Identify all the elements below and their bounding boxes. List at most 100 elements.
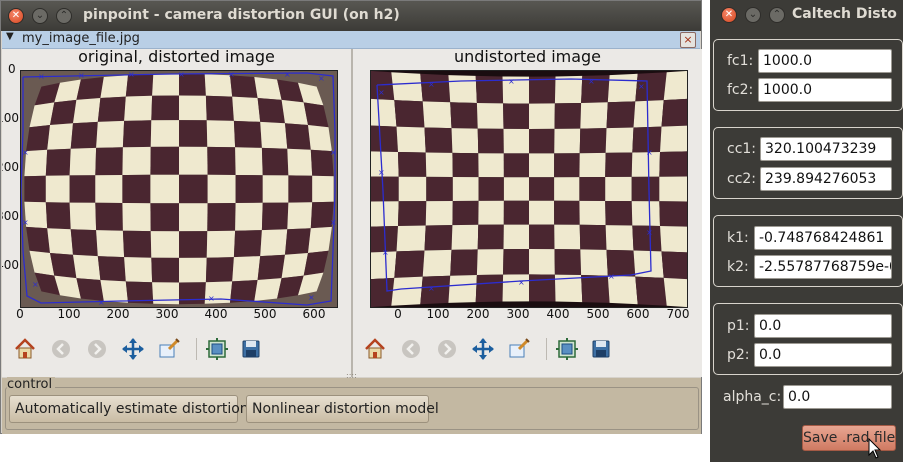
- x-tick: 200: [467, 307, 490, 321]
- svg-text:×: ×: [330, 218, 337, 227]
- y-tick: 300: [2, 209, 19, 223]
- svg-text:×: ×: [128, 71, 135, 79]
- svg-text:×: ×: [608, 272, 615, 281]
- control-legend: control: [7, 377, 55, 392]
- svg-text:×: ×: [98, 298, 105, 307]
- caltech-window-title: Caltech Disto: [792, 6, 897, 22]
- distorted-plot-title: original, distorted image: [2, 47, 351, 66]
- x-tick: 400: [205, 307, 228, 321]
- back-icon[interactable]: [48, 336, 74, 362]
- y-tick: 100: [2, 111, 19, 125]
- svg-text:×: ×: [308, 293, 315, 302]
- svg-text:×: ×: [38, 72, 45, 81]
- forward-icon[interactable]: [84, 336, 110, 362]
- expander-arrow-icon[interactable]: ▼: [6, 31, 14, 42]
- svg-text:×: ×: [508, 77, 515, 86]
- forward-icon[interactable]: [434, 336, 460, 362]
- close-image-button[interactable]: ×: [680, 32, 696, 48]
- zoom-icon[interactable]: [156, 336, 182, 362]
- cc2-field[interactable]: 239.894276053: [760, 167, 892, 191]
- alpha-c-label: alpha_c:: [723, 389, 781, 405]
- k2-field[interactable]: -2.55787768759e-05: [754, 255, 892, 279]
- undistorted-x-axis: 0 100 200 300 400 500 600 700: [370, 307, 700, 323]
- pane-resize-grip[interactable]: ::::: [346, 373, 356, 379]
- cc1-label: cc1:: [727, 141, 756, 157]
- p1-field[interactable]: 0.0: [754, 314, 892, 338]
- svg-text:×: ×: [638, 82, 645, 91]
- main-window-titlebar[interactable]: ✕ ⌄ ⌃ pinpoint - camera distortion GUI (…: [1, 1, 701, 31]
- auto-estimate-distortion-button[interactable]: Automatically estimate distortion: [9, 395, 238, 423]
- y-tick: 200: [2, 160, 19, 174]
- svg-text:×: ×: [428, 284, 435, 293]
- svg-text:×: ×: [518, 278, 525, 287]
- distorted-image-canvas[interactable]: ×××××××××××××××: [20, 70, 338, 308]
- undistorted-plot-pane: undistorted image × × × × × × × × × × × × 0 100 200…: [353, 49, 702, 377]
- svg-text:×: ×: [284, 71, 291, 79]
- subplots-icon[interactable]: [554, 336, 580, 362]
- minimize-window-button[interactable]: ⌄: [32, 8, 48, 24]
- subplots-icon[interactable]: [204, 336, 230, 362]
- mouse-cursor-icon: [868, 438, 882, 460]
- save-icon[interactable]: [588, 336, 614, 362]
- maximize-window-button[interactable]: ⌃: [56, 8, 72, 24]
- distorted-x-axis: 0 100 200 300 400 500 600: [20, 307, 336, 323]
- svg-text:×: ×: [208, 294, 215, 303]
- toolbar-separator: [196, 338, 197, 360]
- minimize-window-button[interactable]: ⌄: [745, 7, 761, 23]
- maximize-window-button[interactable]: ⌃: [769, 7, 785, 23]
- y-tick: 400: [2, 258, 19, 272]
- x-tick: 600: [303, 307, 326, 321]
- undistorted-plot-title: undistorted image: [353, 47, 702, 66]
- svg-text:×: ×: [378, 88, 385, 97]
- svg-text:×: ×: [428, 80, 435, 89]
- toolbar-separator: [546, 338, 547, 360]
- undistorted-image-canvas[interactable]: × × × × × × × × × × × ×: [370, 70, 688, 308]
- k1-field[interactable]: -0.748768424861: [754, 226, 892, 250]
- svg-text:×: ×: [78, 71, 85, 80]
- close-window-button[interactable]: ✕: [8, 8, 24, 24]
- close-window-button[interactable]: ✕: [721, 7, 737, 23]
- nonlinear-distortion-model-button[interactable]: Nonlinear distortion model: [246, 395, 429, 423]
- svg-text:×: ×: [228, 71, 235, 79]
- svg-text:×: ×: [646, 228, 653, 237]
- p2-field[interactable]: 0.0: [754, 343, 892, 367]
- x-tick: 300: [507, 307, 530, 321]
- caltech-distortion-window: ✕ ⌄ ⌃ Caltech Disto fc1: 1000.0 fc2: 100…: [710, 0, 903, 462]
- undistorted-plot-toolbar: [362, 336, 622, 364]
- home-icon[interactable]: [362, 336, 388, 362]
- p2-label: p2:: [727, 347, 750, 363]
- home-icon[interactable]: [12, 336, 38, 362]
- alpha-c-field[interactable]: 0.0: [783, 385, 892, 409]
- distorted-checkerboard-image: ×××××××××××××××: [21, 71, 337, 307]
- x-tick: 100: [58, 307, 81, 321]
- svg-text:×: ×: [330, 148, 337, 157]
- x-tick: 0: [394, 307, 402, 321]
- svg-text:×: ×: [32, 280, 39, 289]
- pan-icon[interactable]: [120, 336, 146, 362]
- image-filename: my_image_file.jpg: [22, 31, 140, 46]
- svg-text:×: ×: [22, 148, 29, 157]
- svg-text:×: ×: [646, 148, 653, 157]
- zoom-icon[interactable]: [506, 336, 532, 362]
- svg-text:×: ×: [588, 77, 595, 86]
- svg-text:×: ×: [382, 248, 389, 257]
- x-tick: 700: [667, 307, 690, 321]
- svg-text:×: ×: [378, 168, 385, 177]
- control-panel: :::: control Automatically estimate dist…: [2, 378, 701, 434]
- undistorted-checkerboard-image: × × × × × × × × × × × ×: [371, 71, 687, 307]
- k1-label: k1:: [727, 230, 749, 246]
- caltech-window-titlebar[interactable]: ✕ ⌄ ⌃ Caltech Disto: [710, 0, 903, 30]
- pan-icon[interactable]: [470, 336, 496, 362]
- k2-label: k2:: [727, 259, 749, 275]
- fc2-label: fc2:: [727, 82, 753, 98]
- x-tick: 0: [16, 307, 24, 321]
- x-tick: 500: [254, 307, 277, 321]
- main-window: ✕ ⌄ ⌃ pinpoint - camera distortion GUI (…: [0, 0, 702, 434]
- fc1-field[interactable]: 1000.0: [758, 49, 892, 73]
- fc2-field[interactable]: 1000.0: [758, 78, 892, 102]
- save-icon[interactable]: [238, 336, 264, 362]
- cc1-field[interactable]: 320.100473239: [760, 137, 892, 161]
- back-icon[interactable]: [398, 336, 424, 362]
- y-tick: 0: [8, 62, 16, 76]
- cc2-label: cc2:: [727, 171, 756, 187]
